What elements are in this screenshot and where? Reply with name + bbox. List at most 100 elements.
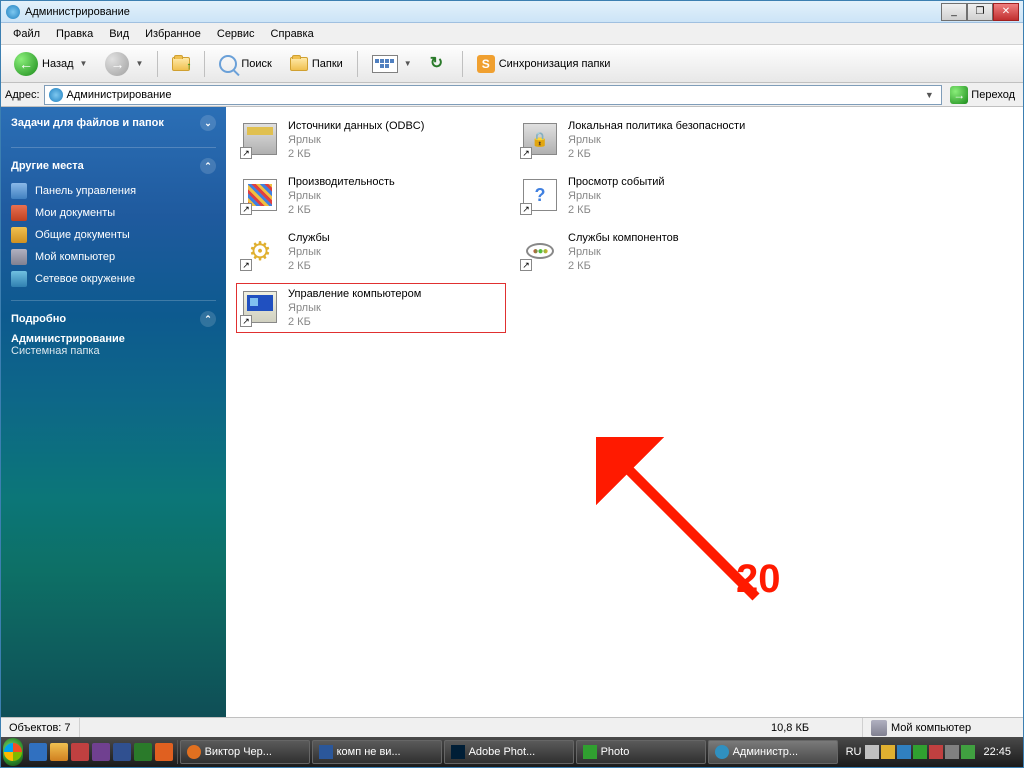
ql-app-icon[interactable] <box>113 743 131 761</box>
ql-app-icon[interactable] <box>155 743 173 761</box>
window-controls: _ ❐ ✕ <box>941 3 1019 21</box>
address-dropdown-icon[interactable]: ▼ <box>921 90 937 100</box>
photo-icon <box>583 745 597 759</box>
search-button[interactable]: Поиск <box>212 50 278 78</box>
item-performance[interactable]: ↗ ПроизводительностьЯрлык2 КБ <box>236 171 506 221</box>
go-label: Переход <box>971 89 1015 101</box>
ql-explorer-icon[interactable] <box>50 743 68 761</box>
sidebar-tasks-header[interactable]: Задачи для файлов и папок ⌄ <box>11 115 216 131</box>
quick-launch <box>25 740 178 764</box>
views-icon <box>372 55 398 73</box>
menu-tools[interactable]: Сервис <box>209 25 263 43</box>
tray-icon[interactable] <box>865 745 879 759</box>
clock[interactable]: 22:45 <box>979 746 1015 758</box>
item-services[interactable]: ⚙↗ СлужбыЯрлык2 КБ <box>236 227 506 277</box>
maximize-button[interactable]: ❐ <box>967 3 993 21</box>
item-security-policy[interactable]: ↗ Локальная политика безопасностиЯрлык2 … <box>516 115 786 165</box>
separator <box>462 51 463 77</box>
sync-button[interactable]: S Синхронизация папки <box>470 50 618 78</box>
item-computer-management[interactable]: ↗ Управление компьютеромЯрлык2 КБ <box>236 283 506 333</box>
sidebar-places-header[interactable]: Другие места ⌃ <box>11 158 216 174</box>
window-title: Администрирование <box>25 6 941 18</box>
forward-icon: → <box>105 52 129 76</box>
task-label: Администр... <box>733 746 799 758</box>
ql-app-icon[interactable] <box>92 743 110 761</box>
tray-battery-icon[interactable] <box>961 745 975 759</box>
tray-icon[interactable] <box>881 745 895 759</box>
sidebar-item-label: Общие документы <box>35 229 130 241</box>
sidebar-item-control-panel[interactable]: Панель управления <box>11 180 216 202</box>
menu-favorites[interactable]: Избранное <box>137 25 209 43</box>
tray-icon[interactable] <box>913 745 927 759</box>
security-policy-icon: ↗ <box>520 119 560 159</box>
dropdown-icon[interactable]: ▼ <box>404 59 412 68</box>
minimize-button[interactable]: _ <box>941 3 967 21</box>
sidebar-item-shared-documents[interactable]: Общие документы <box>11 224 216 246</box>
task-word[interactable]: комп не ви... <box>312 740 442 764</box>
sidebar-item-label: Панель управления <box>35 185 136 197</box>
up-button[interactable]: ↑ <box>165 52 197 76</box>
menu-view[interactable]: Вид <box>101 25 137 43</box>
ql-ie-icon[interactable] <box>29 743 47 761</box>
ql-app-icon[interactable] <box>134 743 152 761</box>
sidebar-details-content: Администрирование Системная папка <box>11 333 216 357</box>
dropdown-icon[interactable]: ▼ <box>135 59 143 68</box>
menu-help[interactable]: Справка <box>263 25 322 43</box>
task-admin[interactable]: Администр... <box>708 740 838 764</box>
item-size: 2 КБ <box>568 203 665 217</box>
tray-icon[interactable] <box>945 745 959 759</box>
firefox-icon <box>187 745 201 759</box>
sync-icon: S <box>477 55 495 73</box>
statusbar: Объектов: 7 10,8 КБ Мой компьютер <box>1 717 1023 737</box>
shortcut-icon: ↗ <box>520 147 532 159</box>
menu-edit[interactable]: Правка <box>48 25 101 43</box>
task-photoshop[interactable]: Adobe Phot... <box>444 740 574 764</box>
forward-button[interactable]: → ▼ <box>98 47 150 81</box>
sidebar-item-my-documents[interactable]: Мои документы <box>11 202 216 224</box>
sidebar-item-network[interactable]: Сетевое окружение <box>11 268 216 290</box>
language-indicator[interactable]: RU <box>846 746 862 758</box>
content-area[interactable]: ↗ Источники данных (ODBC)Ярлык2 КБ ↗ Лок… <box>226 107 1023 717</box>
separator <box>204 51 205 77</box>
toolbar: ← Назад ▼ → ▼ ↑ Поиск Папки ▼ <box>1 45 1023 83</box>
refresh-button[interactable] <box>423 50 455 78</box>
sidebar-details-header[interactable]: Подробно ⌃ <box>11 311 216 327</box>
address-field[interactable]: Администрирование ▼ <box>44 85 943 105</box>
tray-icon[interactable] <box>929 745 943 759</box>
start-button[interactable] <box>3 738 23 766</box>
back-label: Назад <box>42 58 74 70</box>
sidebar-tasks-label: Задачи для файлов и папок <box>11 117 164 129</box>
shortcut-icon: ↗ <box>240 315 252 327</box>
task-label: Виктор Чер... <box>205 746 272 758</box>
items-grid: ↗ Источники данных (ODBC)Ярлык2 КБ ↗ Лок… <box>236 115 1013 333</box>
folders-icon <box>290 57 308 71</box>
item-type: Ярлык <box>288 301 421 315</box>
refresh-icon <box>430 55 448 73</box>
word-icon <box>319 745 333 759</box>
chevron-up-icon[interactable]: ⌃ <box>200 311 216 327</box>
tray-icon[interactable] <box>897 745 911 759</box>
folders-button[interactable]: Папки <box>283 52 350 76</box>
task-photo[interactable]: Photo <box>576 740 706 764</box>
chevron-up-icon[interactable]: ⌃ <box>200 158 216 174</box>
views-button[interactable]: ▼ <box>365 50 419 78</box>
back-button[interactable]: ← Назад ▼ <box>7 47 94 81</box>
item-odbc[interactable]: ↗ Источники данных (ODBC)Ярлык2 КБ <box>236 115 506 165</box>
titlebar[interactable]: Администрирование _ ❐ ✕ <box>1 1 1023 23</box>
system-tray: RU 22:45 <box>840 745 1021 759</box>
close-button[interactable]: ✕ <box>993 3 1019 21</box>
sync-label: Синхронизация папки <box>499 58 611 70</box>
menu-file[interactable]: Файл <box>5 25 48 43</box>
search-label: Поиск <box>241 58 271 70</box>
chevron-down-icon[interactable]: ⌄ <box>200 115 216 131</box>
component-services-icon: ↗ <box>520 231 560 271</box>
menubar: Файл Правка Вид Избранное Сервис Справка <box>1 23 1023 45</box>
sidebar-item-my-computer[interactable]: Мой компьютер <box>11 246 216 268</box>
item-type: Ярлык <box>288 133 424 147</box>
item-event-viewer[interactable]: ?↗ Просмотр событийЯрлык2 КБ <box>516 171 786 221</box>
ql-media-icon[interactable] <box>71 743 89 761</box>
task-firefox[interactable]: Виктор Чер... <box>180 740 310 764</box>
dropdown-icon[interactable]: ▼ <box>80 59 88 68</box>
item-component-services[interactable]: ↗ Службы компонентовЯрлык2 КБ <box>516 227 786 277</box>
go-button[interactable]: → Переход <box>946 84 1019 106</box>
